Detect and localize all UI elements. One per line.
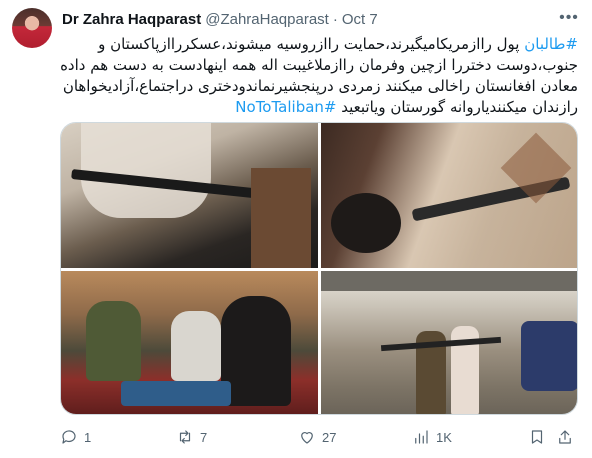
avatar[interactable] bbox=[12, 8, 52, 48]
more-options-icon[interactable]: ••• bbox=[558, 8, 580, 28]
tweet-actions: 1 7 27 1K bbox=[60, 425, 578, 449]
tweet-header: Dr Zahra Haqparast @ZahraHaqparast · Oct… bbox=[62, 9, 580, 29]
retweet-count: 7 bbox=[200, 429, 208, 445]
tweet-text-line-1: #طالبان پول راازمریکامیگیرند،حمایت راازر… bbox=[62, 34, 578, 55]
retweet-icon bbox=[179, 430, 191, 444]
tweet-card[interactable]: Dr Zahra Haqparast @ZahraHaqparast · Oct… bbox=[0, 0, 592, 458]
tweet-text-line-2: جنوب،دوست دختررا ازچین وفرمان راازملاغیب… bbox=[60, 56, 578, 74]
author-name[interactable]: Dr Zahra Haqparast bbox=[62, 11, 201, 28]
share-button[interactable] bbox=[556, 425, 574, 449]
tweet-text-line-4-rest: رازندان میکنندیاروانه گورستان ویاتبعید bbox=[336, 98, 578, 116]
photo-seated-woman-with-rifle[interactable] bbox=[61, 123, 318, 268]
reply-icon bbox=[62, 430, 76, 444]
tweet-date[interactable]: Oct 7 bbox=[342, 11, 378, 28]
reply-count: 1 bbox=[84, 429, 92, 445]
like-count: 27 bbox=[322, 429, 337, 445]
tweet-text-line-1-rest: پول راازمریکامیگیرند،حمایت راازروسیه میش… bbox=[98, 35, 525, 53]
photo-group-sitting-on-carpet[interactable] bbox=[61, 271, 318, 414]
views-chart-icon bbox=[415, 430, 428, 444]
hashtag-nototaliban[interactable]: #NoToTaliban bbox=[235, 98, 336, 116]
bookmark-button[interactable] bbox=[528, 425, 546, 449]
tweet-text-line-3: معادن افغانستان راخالی میکنند زمردی درپن… bbox=[62, 77, 578, 95]
photo-fighters-with-rifles-outdoors[interactable] bbox=[321, 271, 577, 414]
photo-woman-aiming-rifle-closeup[interactable] bbox=[321, 123, 577, 268]
hashtag-taliban[interactable]: #طالبان bbox=[524, 35, 578, 53]
media-grid bbox=[60, 122, 578, 415]
views-button[interactable]: 1K bbox=[412, 425, 452, 449]
retweet-button[interactable]: 7 bbox=[176, 425, 207, 449]
tweet-text-line-4: رازندان میکنندیاروانه گورستان ویاتبعید #… bbox=[62, 97, 578, 118]
share-icon bbox=[559, 430, 571, 444]
separator-dot: · bbox=[332, 10, 338, 28]
heart-icon bbox=[301, 432, 313, 444]
like-button[interactable]: 27 bbox=[298, 425, 336, 449]
bookmark-icon bbox=[531, 430, 543, 444]
view-count: 1K bbox=[436, 429, 452, 445]
tweet-text: #طالبان پول راازمریکامیگیرند،حمایت راازر… bbox=[60, 34, 578, 118]
reply-button[interactable]: 1 bbox=[60, 425, 91, 449]
author-handle[interactable]: @ZahraHaqparast bbox=[205, 11, 329, 28]
